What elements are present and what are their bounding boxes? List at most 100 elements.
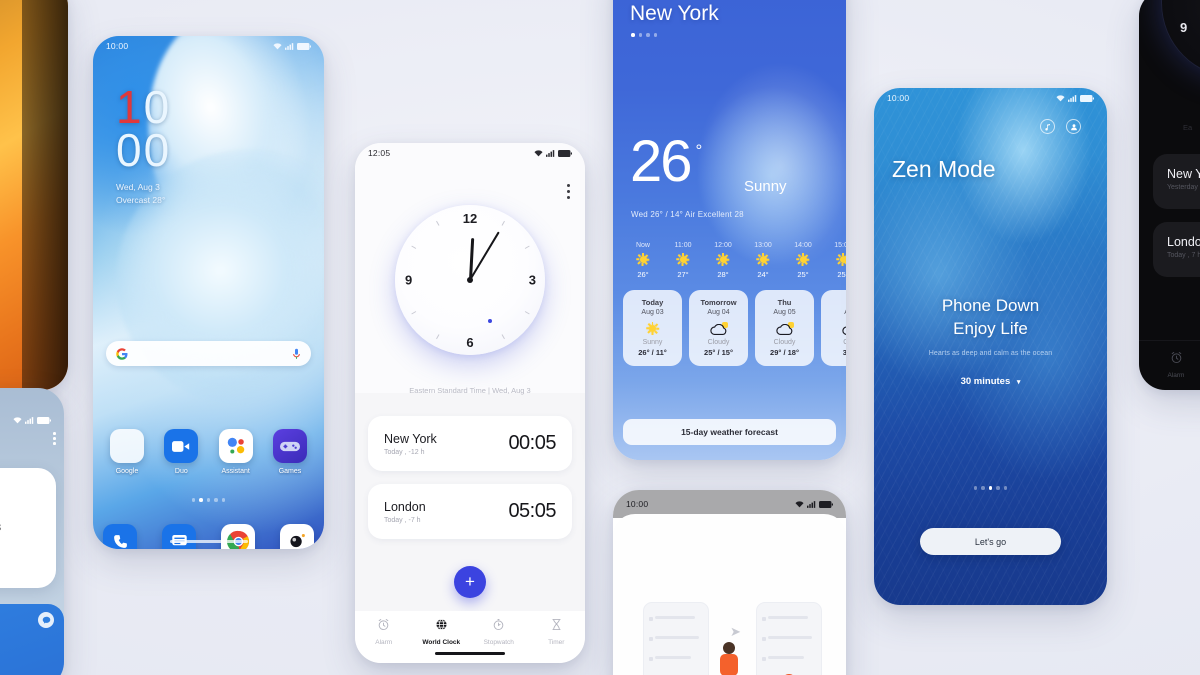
microphone-icon[interactable] bbox=[292, 348, 301, 360]
clock-marker-dot bbox=[488, 319, 492, 323]
timezone-label: Eastern Standard Time | Wed, Aug 3 bbox=[409, 386, 531, 395]
phone-illustration: 10:00 ➤ bbox=[613, 490, 846, 675]
clock-tick bbox=[501, 220, 505, 226]
app-google[interactable]: Google bbox=[103, 429, 151, 475]
page-dot-active bbox=[631, 33, 635, 37]
hour-temp: 24° bbox=[757, 270, 769, 279]
statusbar-icons bbox=[534, 149, 572, 157]
tab-label: Alarm bbox=[375, 639, 393, 646]
dark-clock-face bbox=[1161, 0, 1200, 78]
lets-go-button[interactable]: Let's go bbox=[920, 528, 1061, 555]
blue-widget-card[interactable] bbox=[0, 604, 64, 675]
day-date: Aug 03 bbox=[641, 309, 664, 316]
clock-widget[interactable]: 12 3 6 York bbox=[0, 468, 56, 588]
daily-card[interactable]: Tomorrow Aug 04 Cloudy 25° / 15° bbox=[689, 290, 748, 366]
city-offset: Yesterday , - bbox=[1167, 184, 1200, 191]
city-offset: Today , -12 h bbox=[384, 448, 425, 456]
app-games[interactable]: Games bbox=[266, 429, 314, 475]
share-arrow-icon: ➤ bbox=[730, 624, 741, 639]
messages-icon[interactable] bbox=[162, 524, 196, 549]
battery-icon bbox=[819, 500, 833, 508]
world-clock-row-new-york[interactable]: New York Today , -12 h 00:05 bbox=[368, 416, 572, 471]
world-clock-row-london[interactable]: London Today , -7 h 05:05 bbox=[368, 484, 572, 539]
page-indicator[interactable] bbox=[93, 498, 324, 502]
clock-number-9: 9 bbox=[405, 272, 413, 288]
signal-icon bbox=[285, 42, 294, 50]
globe-icon bbox=[436, 619, 447, 630]
app-assistant[interactable]: Assistant bbox=[212, 429, 260, 475]
wifi-icon bbox=[1056, 94, 1065, 101]
alarm-icon bbox=[378, 618, 389, 631]
app-duo[interactable]: Duo bbox=[157, 429, 205, 475]
page-dot bbox=[1003, 486, 1008, 490]
cloud-icon bbox=[841, 322, 846, 335]
tab-stopwatch[interactable]: Stopwatch bbox=[470, 618, 528, 646]
day-date: Aug 05 bbox=[773, 309, 796, 316]
phone-icon[interactable] bbox=[103, 524, 137, 549]
day-date: Aug 04 bbox=[707, 309, 730, 316]
current-temperature: 26 ° bbox=[630, 129, 702, 194]
zen-duration-value: 30 minutes bbox=[960, 376, 1011, 387]
zen-page-indicator[interactable] bbox=[874, 486, 1107, 490]
tab-timer[interactable]: Timer bbox=[528, 618, 586, 646]
page-dot bbox=[973, 486, 978, 490]
day-name: Today bbox=[641, 298, 664, 307]
profile-icon[interactable] bbox=[1066, 119, 1081, 134]
wifi-icon bbox=[13, 416, 22, 423]
tab-label: Alarm bbox=[1167, 372, 1185, 379]
chrome-icon[interactable] bbox=[221, 524, 255, 549]
search-bar[interactable] bbox=[106, 341, 311, 366]
more-options-icon[interactable] bbox=[567, 184, 570, 202]
tab-world-clock[interactable]: World Clock bbox=[413, 618, 471, 646]
add-city-button[interactable]: + bbox=[454, 566, 486, 598]
chat-icon[interactable] bbox=[38, 612, 54, 628]
weather-page-indicator[interactable] bbox=[631, 33, 657, 37]
clock-tick bbox=[436, 334, 440, 340]
widget-status-icons bbox=[13, 416, 51, 424]
stopwatch-icon bbox=[493, 619, 504, 631]
clock-number-12: 12 bbox=[462, 211, 478, 226]
dark-world-clock-row-new-york[interactable]: New Yo Yesterday , - bbox=[1153, 154, 1200, 209]
hour-label: 13:00 bbox=[754, 242, 772, 249]
forecast-button[interactable]: 15-day weather forecast bbox=[623, 419, 836, 445]
hour-label: Now bbox=[635, 242, 650, 249]
page-dot bbox=[981, 486, 985, 490]
more-options-icon[interactable] bbox=[53, 432, 56, 448]
hourly-item: 15:00 25° bbox=[823, 242, 846, 279]
day-range: 25° / 15° bbox=[704, 348, 733, 357]
clock-tick bbox=[524, 311, 530, 315]
statusbar-icons bbox=[273, 42, 311, 50]
daily-card[interactable]: Fri Aug Clou 33° / bbox=[821, 290, 846, 366]
city-offset: Today , 7 h bbox=[1167, 252, 1200, 259]
app-grid: Google Duo Assistant Games bbox=[103, 429, 314, 475]
phone-weather-app: New York 26 ° Sunny Wed 26° / 14° Air Ex… bbox=[613, 0, 846, 460]
statusbar-time: 12:05 bbox=[368, 148, 391, 158]
zen-headline-line2: Enjoy Life bbox=[953, 318, 1028, 338]
tab-alarm[interactable]: Alarm bbox=[1159, 351, 1193, 379]
day-name: Tomorrow bbox=[700, 298, 737, 307]
day-date: Aug bbox=[821, 309, 846, 316]
temperature-value: 26 bbox=[630, 129, 692, 194]
phone-widget-cropped: 12 3 6 York bbox=[0, 388, 64, 675]
home-indicator[interactable] bbox=[169, 540, 248, 543]
city-name: New York bbox=[384, 431, 437, 446]
daily-card[interactable]: Today Aug 03 Sunny 26° / 11° bbox=[623, 290, 682, 366]
day-range: 29° / 18° bbox=[770, 348, 799, 357]
cloud-icon bbox=[775, 322, 794, 335]
hourly-item: 13:00 24° bbox=[743, 242, 783, 279]
page-dot-active bbox=[988, 486, 993, 490]
daily-forecast[interactable]: Today Aug 03 Sunny 26° / 11° Tomorrow Au… bbox=[623, 290, 846, 366]
zen-title: Zen Mode bbox=[892, 156, 996, 182]
signal-icon bbox=[546, 149, 555, 157]
hourly-forecast[interactable]: Now 26° 11:00 27° 12:00 28° 13:00 24° 14:00 2… bbox=[623, 242, 846, 279]
tab-alarm[interactable]: Alarm bbox=[355, 618, 413, 646]
home-indicator[interactable] bbox=[435, 652, 505, 655]
dark-world-clock-row-london[interactable]: London Today , 7 h bbox=[1153, 222, 1200, 277]
zen-duration-selector[interactable]: 30 minutes ▾ bbox=[874, 376, 1107, 387]
clock-number-6: 6 bbox=[466, 335, 474, 350]
daily-card[interactable]: Thu Aug 05 Cloudy 29° / 18° bbox=[755, 290, 814, 366]
clock-statusbar: 12:05 bbox=[355, 143, 585, 163]
camera-icon[interactable] bbox=[280, 524, 314, 549]
phone-amber-cropped: n ond bbox=[0, 0, 68, 390]
music-note-icon[interactable] bbox=[1040, 119, 1055, 134]
